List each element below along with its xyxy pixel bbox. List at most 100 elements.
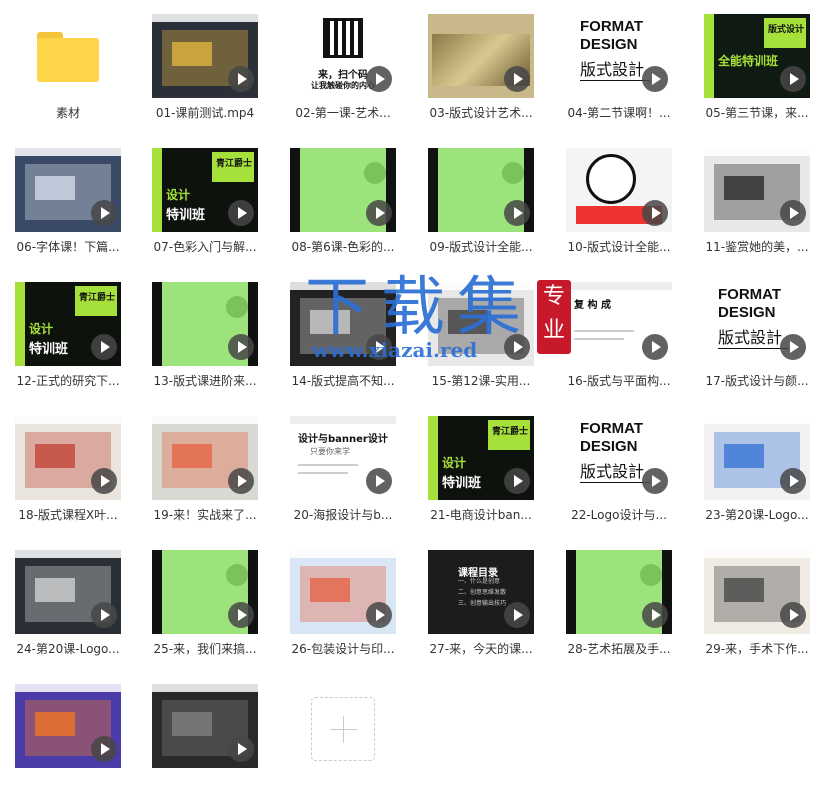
file-label: 23-第20课-Logo... <box>705 508 809 522</box>
video-thumbnail <box>152 684 258 768</box>
thumbnail-text: 特训班 <box>166 208 206 223</box>
video-file-item[interactable]: 18-版式课程X叶... <box>0 402 136 532</box>
add-button[interactable] <box>311 697 375 761</box>
window-titlebar <box>704 416 810 424</box>
play-icon[interactable] <box>366 200 392 226</box>
play-icon[interactable] <box>228 602 254 628</box>
video-file-item[interactable]: 设计与banner设计 只要你来学 20-海报设计与b... <box>275 402 411 532</box>
video-file-item[interactable]: 青江爵士 设计 特训班 21-电商设计ban... <box>413 402 549 532</box>
play-icon[interactable] <box>780 468 806 494</box>
play-icon[interactable] <box>780 66 806 92</box>
video-file-item[interactable]: 03-版式设计艺术... <box>413 0 549 130</box>
file-label: 18-版式课程X叶... <box>18 508 118 522</box>
file-label: 19-来！实战来了... <box>153 508 257 522</box>
video-file-item[interactable]: 版式设计 全能特训班 05-第三节课，来... <box>689 0 819 130</box>
doc-toolbar <box>290 416 396 424</box>
video-file-item[interactable]: 08-第6课-色彩的... <box>275 134 411 264</box>
video-file-item[interactable]: 06-字体课！下篇... <box>0 134 136 264</box>
play-icon[interactable] <box>504 602 530 628</box>
accent-bar <box>704 14 714 98</box>
video-file-item[interactable]: 29-来，手术下作... <box>689 536 819 666</box>
play-icon[interactable] <box>91 334 117 360</box>
thumbnail-text: 全能特训班 <box>718 54 779 68</box>
screen-content <box>35 176 75 200</box>
video-file-item[interactable]: FORMAT DESIGN 版式設計 04-第二节课啊！... <box>551 0 687 130</box>
video-file-item[interactable]: 复 构 成 16-版式与平面构... <box>551 268 687 398</box>
play-icon[interactable] <box>228 66 254 92</box>
play-icon[interactable] <box>504 200 530 226</box>
thumbnail-text: 版式设计 <box>767 25 804 35</box>
window-titlebar <box>15 550 121 558</box>
video-file-item[interactable]: 11-鉴赏她的美，... <box>689 134 819 264</box>
thumbnail-text: 只要你来学 <box>310 447 350 456</box>
accent-bar <box>152 148 162 232</box>
video-file-item[interactable]: FORMAT DESIGN 版式設計 17-版式设计与颜... <box>689 268 819 398</box>
video-file-item[interactable]: FORMAT DESIGN 版式設計 22-Logo设计与... <box>551 402 687 532</box>
video-thumbnail: 青江爵士 设计 特训班 <box>15 282 121 366</box>
thumbnail-text: 设计 <box>29 322 54 336</box>
play-icon[interactable] <box>228 200 254 226</box>
play-icon[interactable] <box>91 200 117 226</box>
video-file-item[interactable]: 来，扫个码 让我触碰你的内心 02-第一课-艺术... <box>275 0 411 130</box>
play-icon[interactable] <box>642 334 668 360</box>
video-thumbnail <box>15 550 121 634</box>
folder-item[interactable]: 素材 <box>0 0 136 130</box>
file-label: 01-课前测试.mp4 <box>155 106 255 120</box>
video-file-item[interactable]: 课程目录 一、什么是创意 二、创意思维发散 三、创意输出技巧 27-来，今天的课... <box>413 536 549 666</box>
window-titlebar <box>15 684 121 692</box>
video-file-item[interactable]: 13-版式课进阶来... <box>137 268 273 398</box>
screen-content <box>724 444 764 468</box>
file-label: 13-版式课进阶来... <box>153 374 257 388</box>
play-icon[interactable] <box>228 334 254 360</box>
video-file-item[interactable]: 01-课前测试.mp4 <box>137 0 273 130</box>
play-icon[interactable] <box>642 468 668 494</box>
play-icon[interactable] <box>780 200 806 226</box>
doc-line <box>574 338 624 340</box>
video-file-item[interactable]: 09-版式设计全能... <box>413 134 549 264</box>
video-thumbnail <box>704 148 810 232</box>
video-thumbnail <box>15 416 121 500</box>
play-icon[interactable] <box>780 602 806 628</box>
video-file-item[interactable] <box>137 670 273 800</box>
video-thumbnail <box>152 416 258 500</box>
play-icon[interactable] <box>228 468 254 494</box>
play-icon[interactable] <box>91 602 117 628</box>
thumbnail-text: 二、创意思维发散 <box>458 589 507 596</box>
play-icon[interactable] <box>504 468 530 494</box>
thumbnail-text: 复 构 成 <box>574 300 611 311</box>
video-thumbnail <box>428 14 534 98</box>
folder-label: 素材 <box>55 106 80 120</box>
video-file-item[interactable]: 19-来！实战来了... <box>137 402 273 532</box>
video-file-item[interactable]: 10-版式设计全能... <box>551 134 687 264</box>
play-icon[interactable] <box>780 334 806 360</box>
video-thumbnail <box>290 148 396 232</box>
video-file-item[interactable]: 23-第20课-Logo... <box>689 402 819 532</box>
play-icon[interactable] <box>228 736 254 762</box>
screen-content <box>310 578 350 602</box>
window-titlebar <box>290 550 396 558</box>
play-icon[interactable] <box>366 66 392 92</box>
play-icon[interactable] <box>366 468 392 494</box>
video-file-item[interactable]: 25-来，我们来搞... <box>137 536 273 666</box>
video-thumbnail: FORMAT DESIGN 版式設計 <box>704 282 810 366</box>
file-label: 02-第一课-艺术... <box>295 106 391 120</box>
thumbnail-text: 青江爵士 <box>78 293 115 303</box>
video-file-item[interactable]: 24-第20课-Logo... <box>0 536 136 666</box>
play-icon[interactable] <box>642 200 668 226</box>
video-file-item[interactable]: 青江爵士 设计 特训班 07-色彩入门与解... <box>137 134 273 264</box>
video-file-item[interactable] <box>0 670 136 800</box>
window-titlebar <box>704 148 810 156</box>
video-thumbnail: 青江爵士 设计 特训班 <box>152 148 258 232</box>
video-file-item[interactable]: 28-艺术拓展及手... <box>551 536 687 666</box>
video-file-item[interactable]: 青江爵士 设计 特训班 12-正式的研究下... <box>0 268 136 398</box>
file-label: 29-来，手术下作... <box>705 642 809 656</box>
play-icon[interactable] <box>91 468 117 494</box>
video-file-item[interactable]: 26-包装设计与印... <box>275 536 411 666</box>
play-icon[interactable] <box>366 602 392 628</box>
watermark-seal-char: 业 <box>542 318 565 343</box>
thumbnail-text: 设计 <box>166 188 191 202</box>
play-icon[interactable] <box>642 66 668 92</box>
play-icon[interactable] <box>642 602 668 628</box>
play-icon[interactable] <box>504 66 530 92</box>
play-icon[interactable] <box>91 736 117 762</box>
